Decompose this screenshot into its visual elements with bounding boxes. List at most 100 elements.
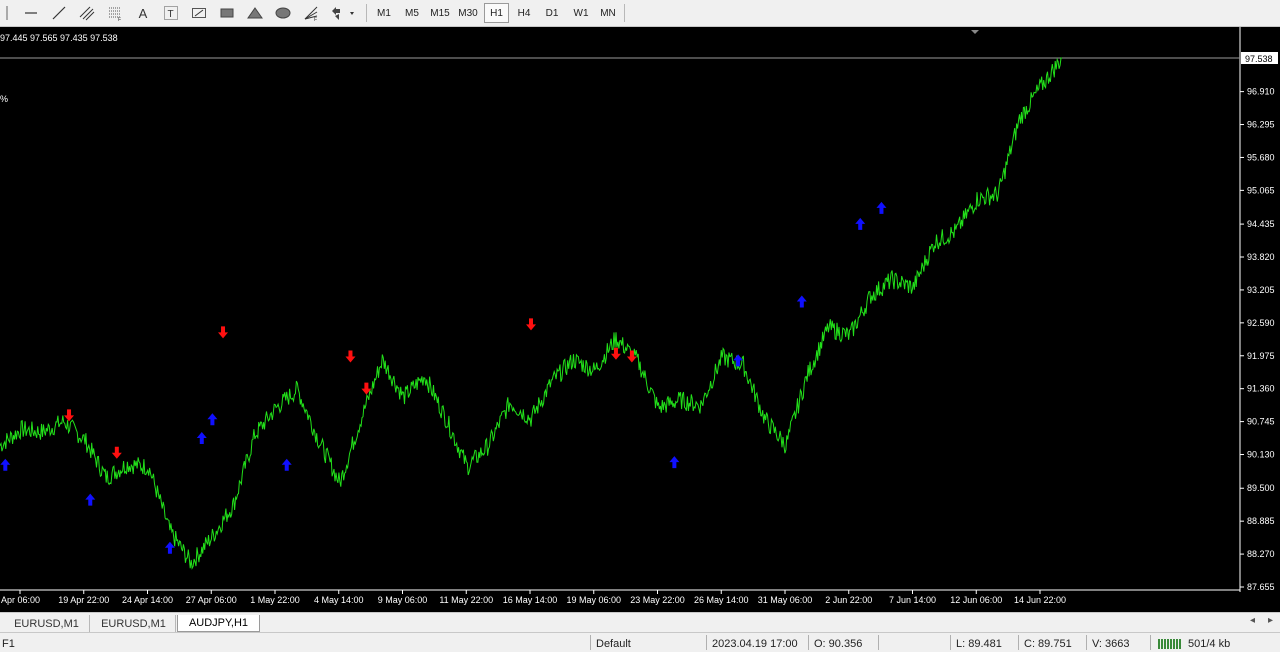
price-tick-label: 87.655 xyxy=(1247,582,1275,592)
tab-scroll-right-icon[interactable]: ▸ xyxy=(1268,615,1273,626)
buy-arrow-icon xyxy=(855,217,866,230)
timeframe-label: W1 xyxy=(573,7,589,19)
time-tick-label: 14 Jun 22:00 xyxy=(1014,595,1066,605)
triangle-icon[interactable] xyxy=(244,3,266,23)
timeframe-label: M5 xyxy=(405,7,419,19)
buy-arrow-icon xyxy=(281,458,292,471)
buy-arrow-icon xyxy=(0,458,11,471)
timeframe-m15[interactable]: M15 xyxy=(427,3,453,23)
status-volume: V: 3663 xyxy=(1092,638,1130,650)
timeframe-w1[interactable]: W1 xyxy=(568,3,594,23)
timeframe-label: MN xyxy=(600,7,616,19)
drawing-toolbar: F A T F M1 M5 M15 M30 H1 H4 D1 W1 MN xyxy=(0,0,1280,27)
buy-arrow-icon xyxy=(876,201,887,214)
timeframe-label: H1 xyxy=(490,7,503,19)
ellipse-icon[interactable] xyxy=(272,3,294,23)
connection-bars-icon xyxy=(1158,637,1182,649)
status-separator xyxy=(950,635,951,650)
price-chart[interactable]: 96.910 96.295 95.680 95.065 94.435 93.820 93.2… xyxy=(0,27,1280,612)
status-separator xyxy=(808,635,809,650)
tab-label: EURUSD,M1 xyxy=(14,617,79,630)
price-tick-label: 91.975 xyxy=(1247,351,1275,361)
text-label-icon[interactable]: T xyxy=(160,3,182,23)
status-help: F1 xyxy=(2,638,15,650)
sell-arrow-icon xyxy=(526,318,536,331)
time-tick-label: 4 May 14:00 xyxy=(314,595,364,605)
text-icon[interactable]: A xyxy=(132,3,154,23)
arrow-icon[interactable] xyxy=(188,3,210,23)
tab-scroll-left-icon[interactable]: ◂ xyxy=(1250,615,1255,626)
price-tick-label: 90.745 xyxy=(1247,417,1275,427)
timeframe-h1[interactable]: H1 xyxy=(484,3,509,23)
buy-arrow-icon xyxy=(669,456,680,469)
status-bar: F1 Default 2023.04.19 17:00 O: 90.356 L:… xyxy=(0,632,1280,650)
status-separator xyxy=(878,635,879,650)
status-separator xyxy=(1018,635,1019,650)
time-tick-label: Apr 06:00 xyxy=(1,595,40,605)
price-tick-label: 90.130 xyxy=(1247,450,1275,460)
status-open: O: 90.356 xyxy=(814,638,863,650)
arrows-dropdown-icon[interactable] xyxy=(328,3,358,23)
status-separator xyxy=(1086,635,1087,650)
fibo-fan-icon[interactable]: F xyxy=(300,3,322,23)
price-tick-label: 89.500 xyxy=(1247,483,1275,493)
time-tick-label: 12 Jun 06:00 xyxy=(950,595,1002,605)
status-traffic: 501/4 kb xyxy=(1188,638,1231,650)
status-close: C: 89.751 xyxy=(1024,638,1072,650)
tab-audjpy-h1[interactable]: AUDJPY,H1 xyxy=(177,615,260,632)
price-tick-label: 96.910 xyxy=(1247,87,1275,97)
buy-arrow-icon xyxy=(207,413,218,426)
status-separator xyxy=(590,635,591,650)
timeframe-label: M15 xyxy=(430,7,450,19)
trend-line-icon[interactable] xyxy=(48,3,70,23)
tab-label: AUDJPY,H1 xyxy=(188,617,249,629)
buy-arrow-icon xyxy=(796,295,807,308)
timeframe-label: H4 xyxy=(517,7,531,19)
time-tick-label: 19 Apr 22:00 xyxy=(58,595,109,605)
svg-text:F: F xyxy=(314,17,317,21)
chart-canvas: 96.910 96.295 95.680 95.065 94.435 93.820 93.2… xyxy=(0,27,1278,605)
toolbar-separator xyxy=(366,4,367,22)
time-tick-label: 24 Apr 14:00 xyxy=(122,595,173,605)
time-tick-label: 7 Jun 14:00 xyxy=(889,595,936,605)
price-tick-label: 88.270 xyxy=(1247,549,1275,559)
timeframe-h4[interactable]: H4 xyxy=(512,3,536,23)
price-series xyxy=(0,57,1063,570)
sell-arrow-icon xyxy=(345,350,356,363)
chart-shift-marker[interactable] xyxy=(971,30,979,34)
time-tick-label: 26 May 14:00 xyxy=(694,595,749,605)
svg-text:F: F xyxy=(118,17,121,21)
timeframe-m30[interactable]: M30 xyxy=(455,3,481,23)
rectangle-icon[interactable] xyxy=(216,3,238,23)
tab-eurusd-m1-2[interactable]: EURUSD,M1 xyxy=(92,615,176,632)
status-datetime: 2023.04.19 17:00 xyxy=(712,638,798,650)
timeframe-label: M1 xyxy=(377,7,391,19)
time-tick-label: 31 May 06:00 xyxy=(758,595,813,605)
price-tick-label: 94.435 xyxy=(1247,219,1275,229)
timeframe-label: D1 xyxy=(545,7,559,19)
buy-arrow-icon xyxy=(164,541,175,554)
timeframe-m5[interactable]: M5 xyxy=(400,3,424,23)
equidistant-channel-icon[interactable] xyxy=(76,3,98,23)
svg-text:T: T xyxy=(168,9,174,20)
toolbar-separator xyxy=(624,4,625,22)
buy-arrow-icon xyxy=(196,432,207,445)
price-tick-label: 95.065 xyxy=(1247,185,1275,195)
price-axis: 96.910 96.295 95.680 95.065 94.435 93.820 93.2… xyxy=(1239,27,1275,592)
fibonacci-icon[interactable]: F xyxy=(104,3,126,23)
status-separator xyxy=(1150,635,1151,650)
current-price-label: 97.538 xyxy=(1245,54,1273,64)
timeframe-d1[interactable]: D1 xyxy=(540,3,564,23)
timeframe-mn[interactable]: MN xyxy=(596,3,620,23)
status-profile: Default xyxy=(596,638,631,650)
price-tick-label: 92.590 xyxy=(1247,318,1275,328)
timeframe-m1[interactable]: M1 xyxy=(372,3,396,23)
status-low: L: 89.481 xyxy=(956,638,1002,650)
price-tick-label: 96.295 xyxy=(1247,120,1275,130)
price-tick-label: 91.360 xyxy=(1247,384,1275,394)
time-tick-label: 11 May 22:00 xyxy=(439,595,493,605)
tab-eurusd-m1-1[interactable]: EURUSD,M1 xyxy=(4,615,90,632)
time-tick-label: 27 Apr 06:00 xyxy=(186,595,237,605)
horizontal-line-icon[interactable] xyxy=(20,3,42,23)
price-tick-label: 95.680 xyxy=(1247,152,1275,162)
